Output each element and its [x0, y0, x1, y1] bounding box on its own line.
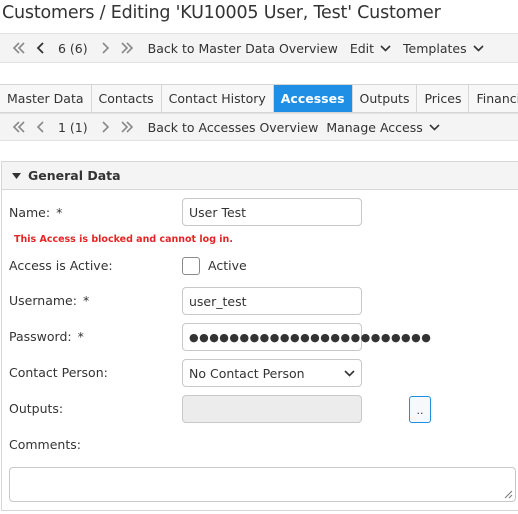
- username-field[interactable]: user_test: [182, 287, 362, 315]
- chevron-down-icon: [429, 123, 440, 131]
- outputs-browse-button[interactable]: ..: [409, 396, 431, 423]
- caret-down-icon: [12, 172, 21, 179]
- outputs-label: Outputs:: [9, 401, 64, 416]
- back-to-accesses-button[interactable]: Back to Accesses Overview: [148, 120, 319, 135]
- general-data-header[interactable]: General Data: [2, 162, 518, 190]
- chevron-down-icon: [473, 44, 484, 52]
- username-value: user_test: [189, 293, 247, 309]
- tab-contact-history[interactable]: Contact History: [161, 85, 274, 112]
- tab-master-data[interactable]: Master Data: [0, 85, 92, 112]
- contact-person-label: Contact Person:: [9, 365, 108, 380]
- name-field[interactable]: User Test: [182, 198, 362, 226]
- double-chevron-left-icon[interactable]: [8, 37, 30, 59]
- tab-outputs[interactable]: Outputs: [352, 85, 418, 112]
- blocked-error-message: This Access is blocked and cannot log in…: [14, 234, 233, 245]
- page-title: Customers / Editing 'KU10005 User, Test'…: [2, 3, 441, 23]
- comments-textarea[interactable]: [9, 467, 516, 502]
- required-marker: *: [77, 329, 84, 344]
- chevron-down-icon: [344, 369, 355, 377]
- active-checkbox-label[interactable]: Active: [208, 258, 247, 273]
- access-counter: 1 (1): [58, 119, 88, 135]
- tab-financial-documents[interactable]: Financial Docu: [469, 85, 518, 112]
- chevron-right-icon[interactable]: [94, 116, 116, 138]
- chevron-left-icon[interactable]: [30, 116, 52, 138]
- double-chevron-left-icon[interactable]: [8, 116, 30, 138]
- required-marker: *: [82, 293, 90, 308]
- edit-dropdown-label: Edit: [349, 40, 375, 56]
- password-value: ●●●●●●●●●●●●●●●●●●●●●●●●: [189, 330, 432, 344]
- contact-person-select[interactable]: No Contact Person: [182, 359, 362, 387]
- resize-grip-icon[interactable]: [504, 490, 513, 499]
- name-label-text: Name:: [9, 205, 51, 220]
- back-to-master-data-button[interactable]: Back to Master Data Overview: [148, 41, 338, 56]
- chevron-right-icon[interactable]: [94, 37, 116, 59]
- tab-accesses[interactable]: Accesses: [273, 85, 353, 112]
- required-marker: *: [56, 205, 63, 220]
- username-label-text: Username:: [9, 293, 77, 308]
- access-navigation-toolbar: 1 (1) Back to Accesses Overview Manage A…: [0, 113, 518, 141]
- edit-dropdown[interactable]: Edit: [350, 41, 391, 56]
- name-label: Name: *: [9, 205, 62, 220]
- username-label: Username: *: [9, 293, 89, 308]
- active-checkbox[interactable]: [182, 257, 200, 275]
- outputs-field: [182, 395, 362, 423]
- double-chevron-right-icon[interactable]: [116, 116, 138, 138]
- chevron-down-icon: [380, 44, 391, 52]
- name-value: User Test: [189, 204, 247, 220]
- templates-dropdown-label: Templates: [403, 40, 467, 56]
- tab-contacts[interactable]: Contacts: [91, 85, 162, 112]
- double-chevron-right-icon[interactable]: [116, 37, 138, 59]
- panel-title: General Data: [28, 168, 121, 183]
- tab-prices[interactable]: Prices: [417, 85, 470, 112]
- password-label-text: Password:: [9, 329, 72, 344]
- customer-tabs: Master Data Contacts Contact History Acc…: [0, 84, 518, 113]
- manage-access-label: Manage Access: [326, 119, 423, 135]
- record-counter: 6 (6): [58, 40, 88, 56]
- chevron-left-icon[interactable]: [30, 37, 52, 59]
- access-active-label: Access is Active:: [9, 258, 113, 273]
- password-field[interactable]: ●●●●●●●●●●●●●●●●●●●●●●●●: [182, 323, 431, 351]
- manage-access-dropdown[interactable]: Manage Access: [326, 119, 440, 135]
- comments-label: Comments:: [9, 437, 81, 452]
- templates-dropdown[interactable]: Templates: [403, 41, 484, 56]
- contact-person-value: No Contact Person: [189, 365, 305, 381]
- general-data-panel: General Data Name: * User Test This Acces…: [1, 161, 518, 511]
- record-navigation-toolbar: 6 (6) Back to Master Data Overview Edit …: [0, 33, 518, 63]
- password-label: Password: *: [9, 329, 84, 344]
